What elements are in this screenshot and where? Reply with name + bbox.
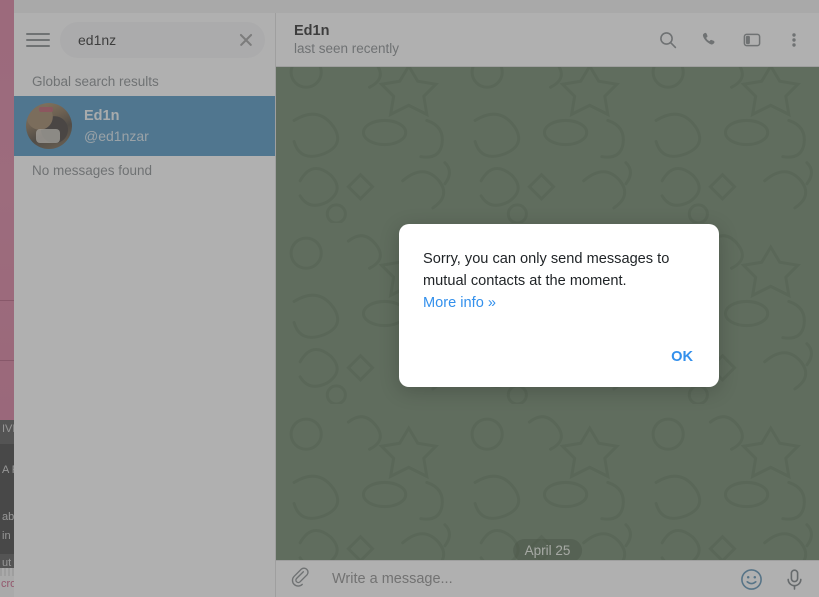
dialog-more-info-link[interactable]: More info » [423, 292, 695, 314]
ok-button[interactable]: OK [669, 345, 695, 369]
dialog: Sorry, you can only send messages to mut… [399, 224, 719, 387]
dialog-message: Sorry, you can only send messages to mut… [423, 251, 670, 289]
screen: IVI A F ab in ut cro ed1nz Global search… [0, 0, 819, 597]
dialog-actions: OK [423, 345, 695, 387]
